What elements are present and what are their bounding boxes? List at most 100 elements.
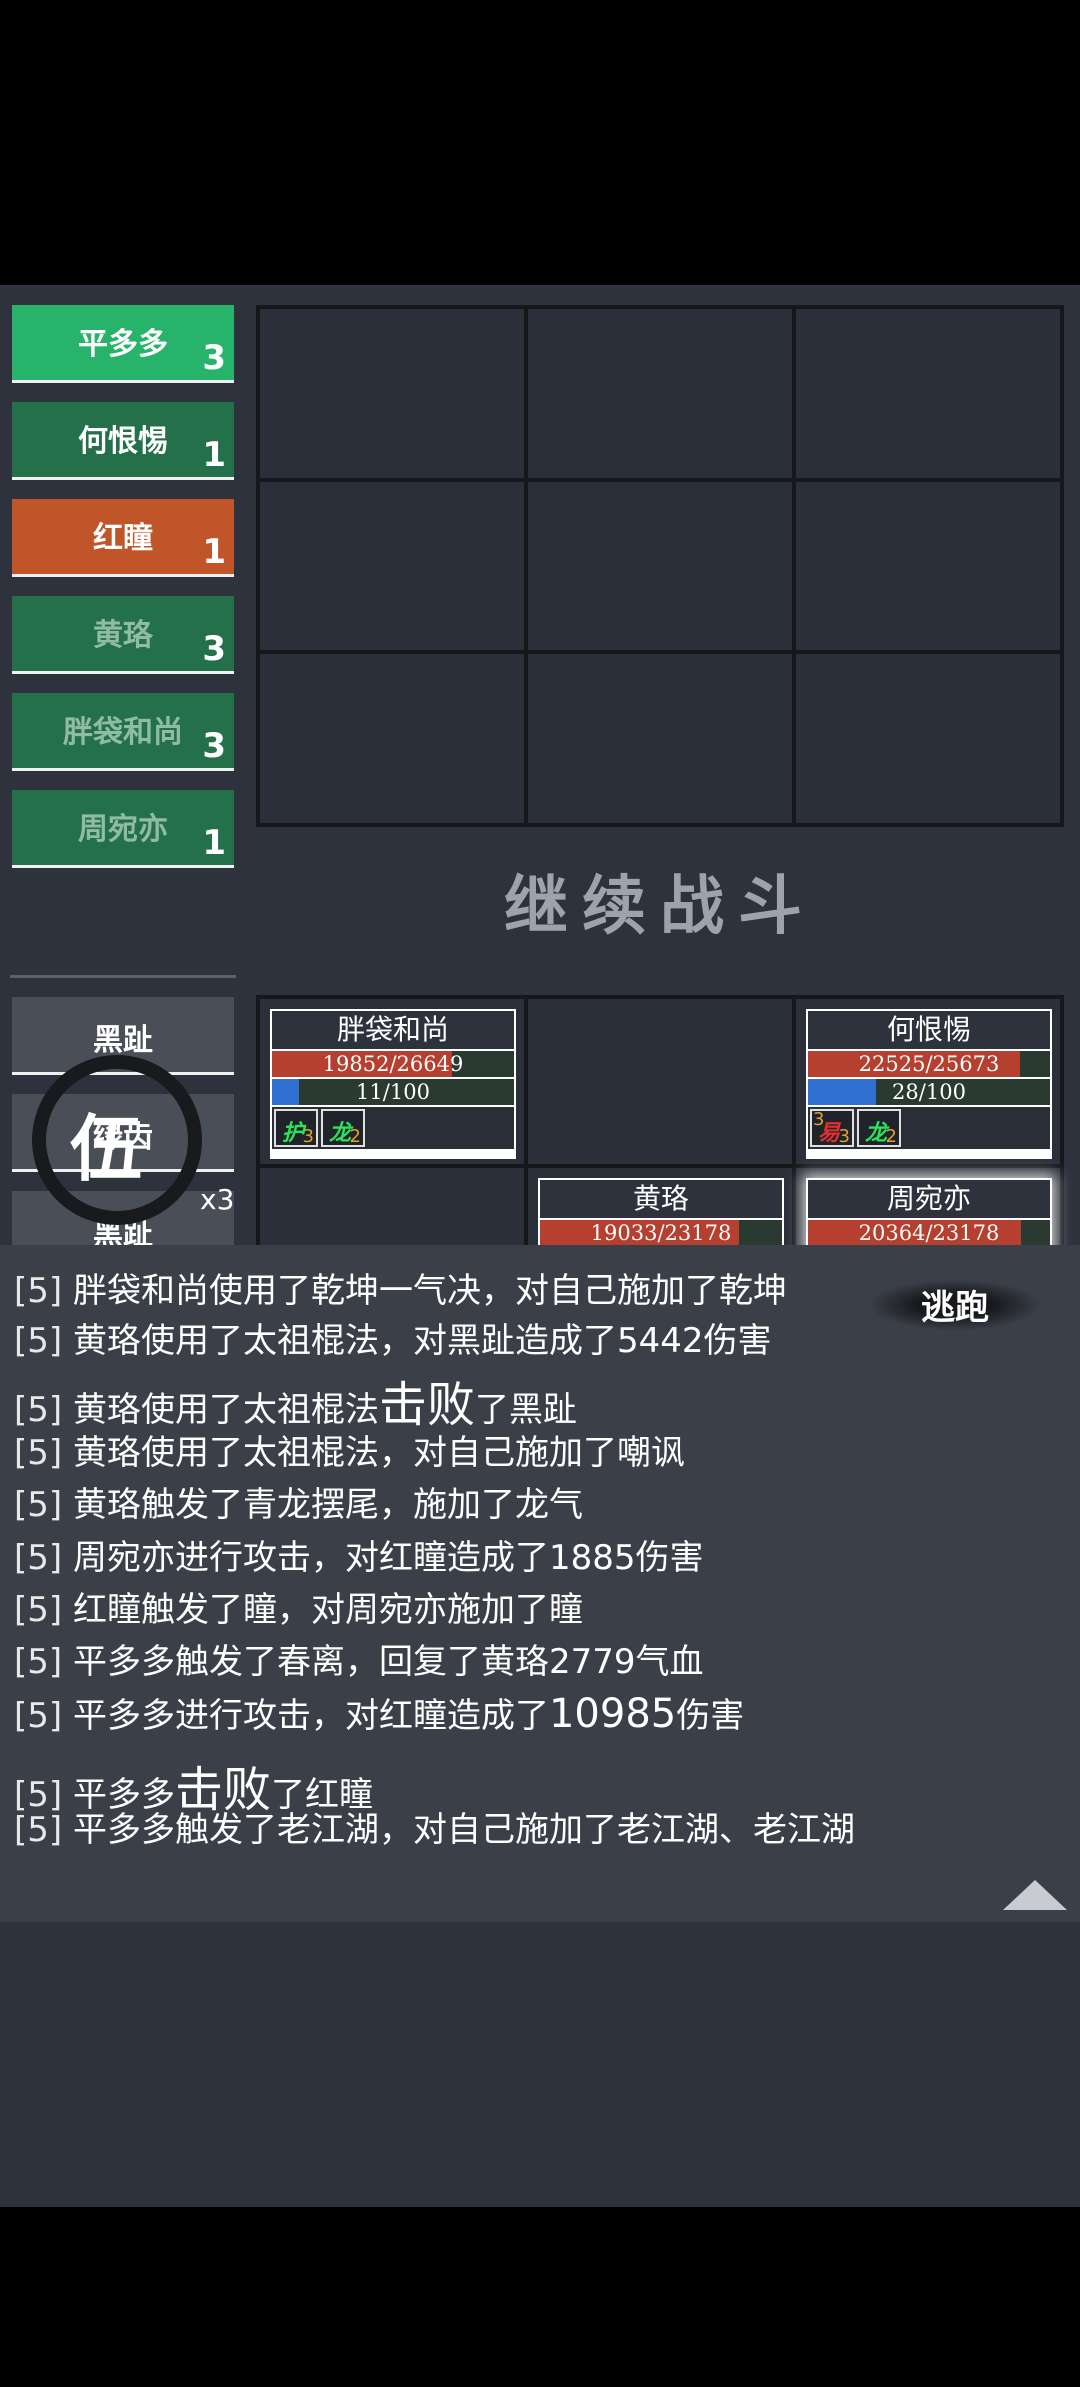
log-segment: 周宛亦 — [72, 1538, 175, 1578]
turn-order-item[interactable]: 胖袋和尚 3 — [12, 693, 234, 771]
log-line: [5] 平多多触发了春离，回复了黄珞2779气血 — [14, 1634, 704, 1683]
hp-text: 19852/26649 — [322, 1052, 464, 1076]
unit-name: 周宛亦 — [808, 1180, 1050, 1219]
unit-name: 胖袋和尚 — [272, 1011, 514, 1049]
enemy-slot[interactable] — [260, 654, 524, 823]
log-round: [5] — [14, 1485, 73, 1525]
log-segment: 使用了太祖棍法，对 — [140, 1321, 447, 1361]
log-segment: 使用了乾坤一气决，对自己施加了 — [208, 1271, 719, 1311]
energy-bar: 11/100 — [272, 1079, 514, 1105]
log-round: [5] — [14, 1321, 73, 1361]
continue-battle-button[interactable]: 继续战斗 — [256, 855, 1064, 947]
enemy-slot[interactable] — [796, 309, 1060, 478]
log-segment: 周宛亦 — [344, 1590, 447, 1630]
enemy-slot[interactable] — [796, 481, 1060, 651]
buff-icon[interactable]: 龙2 — [857, 1109, 901, 1147]
log-segment: 红瞳 — [378, 1696, 447, 1736]
flee-button[interactable]: 逃跑 — [870, 1280, 1040, 1330]
log-segment: 嘲讽 — [616, 1433, 685, 1473]
log-segment: 5442 — [616, 1321, 704, 1361]
turn-order-item[interactable]: 平多多 3 — [12, 305, 234, 383]
buff-glyph: 龙 — [865, 1121, 888, 1146]
expand-log-arrow-icon[interactable] — [1003, 1880, 1067, 1910]
log-line: [5] 胖袋和尚使用了乾坤一气决，对自己施加了乾坤 — [14, 1263, 787, 1312]
log-segment: 气血 — [635, 1642, 704, 1682]
log-segment: 进行攻击，对 — [174, 1538, 379, 1578]
enemy-slot[interactable] — [260, 481, 524, 651]
log-line: [5] 红瞳触发了瞳，对周宛亦施加了瞳 — [14, 1582, 583, 1631]
divider — [10, 975, 236, 978]
buff-icon[interactable]: 龙2 — [321, 1109, 365, 1147]
log-segment: 施加了 — [446, 1590, 549, 1630]
log-segment: 伤害 — [703, 1321, 772, 1361]
log-segment: 平多多 — [72, 1810, 175, 1850]
log-segment: 触发了老江湖，对自己施加了 — [174, 1810, 617, 1850]
turn-order-item[interactable]: 黄珞 3 — [12, 596, 234, 674]
turn-order-item[interactable]: 何恨惕 1 — [12, 402, 234, 480]
log-segment: 10985 — [548, 1691, 677, 1737]
log-segment: 红瞳 — [72, 1590, 141, 1630]
buff-count: 3 — [302, 1126, 314, 1147]
log-line: [5] 黄珞使用了太祖棍法，对自己施加了嘲讽 — [14, 1425, 685, 1474]
buff-glyph: 易 — [818, 1121, 841, 1146]
log-line: [5] 周宛亦进行攻击，对红瞳造成了1885伤害 — [14, 1530, 704, 1579]
turn-order-item[interactable]: 红瞳 1 — [12, 499, 234, 577]
log-round: [5] — [14, 1271, 73, 1311]
log-segment: 黑趾 — [446, 1321, 515, 1361]
log-segment: 平多多 — [72, 1696, 175, 1736]
turn-order-count: 3 — [202, 726, 226, 766]
energy-text: 11/100 — [356, 1080, 430, 1104]
unit-card[interactable]: 何恨惕 22525/25673 28/100 3 易 3 龙 2 — [806, 1009, 1052, 1159]
turn-order-name: 周宛亦 — [78, 812, 168, 847]
log-segment: 红瞳 — [378, 1538, 447, 1578]
log-line: [5] 平多多触发了老江湖，对自己施加了老江湖、老江湖 — [14, 1802, 855, 1851]
ally-slot[interactable]: 胖袋和尚 19852/26649 11/100 护 3 龙 2 — [260, 999, 524, 1165]
hp-text: 20364/23178 — [858, 1221, 1000, 1246]
log-round: [5] — [14, 1538, 73, 1578]
buff-count: 3 — [838, 1126, 850, 1147]
enemy-slot[interactable] — [528, 309, 792, 478]
ally-slot[interactable]: 何恨惕 22525/25673 28/100 3 易 3 龙 2 — [796, 999, 1060, 1165]
hp-bar: 19033/23178 — [540, 1220, 782, 1247]
log-segment: 2779 — [548, 1642, 636, 1682]
enemy-slot[interactable] — [528, 481, 792, 651]
round-number: 伍 — [70, 1106, 143, 1191]
buff-count: 2 — [349, 1126, 361, 1147]
hp-bar: 20364/23178 — [808, 1220, 1050, 1247]
enemy-slot[interactable] — [260, 309, 524, 478]
buff-icon[interactable]: 3易3 — [810, 1109, 854, 1147]
log-line: [5] 黄珞触发了青龙摆尾，施加了龙气 — [14, 1477, 583, 1526]
unit-card[interactable]: 胖袋和尚 19852/26649 11/100 护 3 龙 2 — [270, 1009, 516, 1159]
log-segment: 老江湖、老江湖 — [616, 1810, 855, 1850]
battle-log[interactable]: [5] 胖袋和尚使用了乾坤一气决，对自己施加了乾坤 [5] 黄珞使用了太祖棍法，对… — [0, 1245, 1080, 1922]
log-segment: 龙气 — [514, 1485, 583, 1525]
speed-toggle[interactable]: x3 — [200, 1183, 234, 1216]
turn-order-item[interactable]: 周宛亦 1 — [12, 790, 234, 868]
unit-name: 何恨惕 — [808, 1011, 1050, 1049]
hp-bar: 19852/26649 — [272, 1051, 514, 1077]
energy-text: 28/100 — [892, 1080, 966, 1104]
buff-icon[interactable]: 护3 — [274, 1109, 318, 1147]
log-segment: 黑趾 — [508, 1390, 577, 1430]
buff-row: 护3龙2 — [272, 1107, 514, 1149]
turn-order-count: 3 — [202, 629, 226, 669]
turn-order-name: 红瞳 — [93, 521, 153, 556]
log-segment: 黄珞 — [72, 1321, 141, 1361]
log-segment: 触发了春离，回复了 — [174, 1642, 481, 1682]
log-segment: 造成了 — [514, 1321, 617, 1361]
ally-slot[interactable] — [528, 999, 792, 1165]
log-segment: 造成了 — [446, 1696, 549, 1736]
turn-order-name: 胖袋和尚 — [63, 715, 183, 750]
buff-glyph: 护 — [282, 1121, 305, 1146]
log-segment: 胖袋和尚 — [72, 1271, 209, 1311]
buff-row: 3易3龙2 — [808, 1107, 1050, 1149]
log-segment: 触发了青龙摆尾，施加了 — [140, 1485, 515, 1525]
enemy-slot[interactable] — [528, 654, 792, 823]
log-segment: 黄珞 — [72, 1485, 141, 1525]
log-round: [5] — [14, 1590, 73, 1630]
enemy-slot[interactable] — [796, 654, 1060, 823]
log-round: [5] — [14, 1642, 73, 1682]
turn-order-count: 1 — [202, 532, 226, 572]
log-round: [5] — [14, 1810, 73, 1850]
energy-bar: 28/100 — [808, 1079, 1050, 1105]
